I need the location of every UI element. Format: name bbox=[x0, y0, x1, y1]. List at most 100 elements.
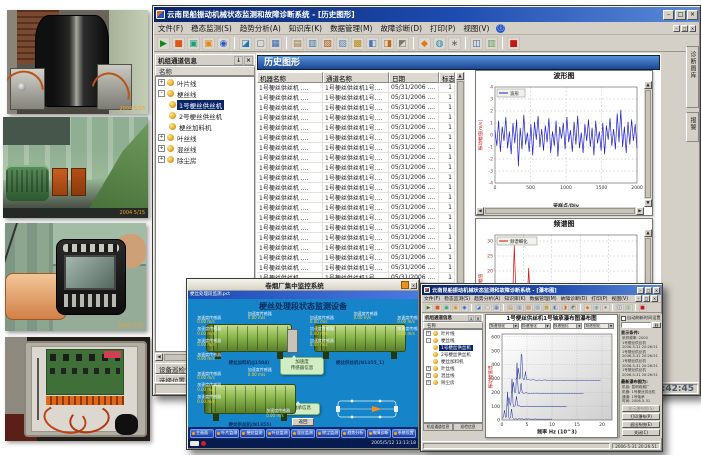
tree-expander[interactable]: + bbox=[426, 380, 431, 385]
spectrum-selector-dropdown[interactable]: 频谱细化▼ bbox=[489, 323, 519, 329]
tree-expander[interactable]: + bbox=[158, 134, 165, 141]
scada-title-bar[interactable]: 卷烟厂集中监控系统 × bbox=[188, 280, 418, 291]
refresh-interval-input[interactable] bbox=[621, 322, 651, 328]
toolbar-icon[interactable]: ◪ bbox=[475, 304, 483, 312]
menu-item[interactable]: 视图(V) bbox=[610, 295, 631, 302]
pin-icon[interactable]: ↓ bbox=[468, 315, 474, 321]
table-row[interactable]: 1号梗丝供丝机 ....1号梗丝供丝机1号....05/31/2006 ....… bbox=[257, 133, 455, 143]
scada-taskbar-button[interactable]: 主画面 bbox=[190, 429, 214, 438]
chart-hscrollbar[interactable]: ◀▶ bbox=[476, 207, 644, 215]
toolbar-icon[interactable]: ◧ bbox=[552, 304, 560, 312]
table-row[interactable]: 1号梗丝供丝机 ....1号梗丝供丝机1号....05/31/2006 ....… bbox=[257, 263, 455, 273]
toolbar-icon[interactable]: ◆ bbox=[418, 37, 431, 50]
table-row[interactable]: 1号梗丝供丝机 ....1号梗丝供丝机1号....05/31/2006 ....… bbox=[257, 113, 455, 123]
toolbar-icon[interactable]: ■ bbox=[172, 37, 185, 50]
toolbar-icon[interactable]: ▶ bbox=[157, 37, 170, 50]
table-row[interactable]: 1号梗丝供丝机 ....1号梗丝供丝机1号....05/31/2006 ....… bbox=[257, 103, 455, 113]
menu-item[interactable]: 数据管理(M) bbox=[528, 295, 559, 302]
menu-item[interactable]: 知识库(K) bbox=[285, 23, 326, 34]
table-row[interactable]: 1号梗丝供丝机 ....1号梗丝供丝机1号....05/31/2006 ....… bbox=[257, 143, 455, 153]
toolbar-icon[interactable]: ▧ bbox=[321, 37, 334, 50]
tree-item[interactable]: 梗丝加料机 bbox=[424, 358, 482, 365]
table-row[interactable]: 1号梗丝供丝机 ....1号梗丝供丝机1号....05/31/2006 ....… bbox=[257, 83, 455, 93]
toolbar-icon[interactable]: ◧ bbox=[366, 37, 379, 50]
tree-item[interactable]: +除尘房 bbox=[424, 379, 482, 386]
close-button[interactable]: × bbox=[651, 295, 658, 302]
scada-taskbar-button[interactable]: 叶片监测 bbox=[215, 429, 239, 438]
title-bar[interactable]: 云南昆船振动机械状态监测和故障诊断系统 - [历史图形] –□× bbox=[154, 7, 699, 22]
toolbar-icon[interactable]: ▣ bbox=[187, 37, 200, 50]
toolbar-icon[interactable]: ▥ bbox=[625, 304, 633, 312]
toolbar-icon[interactable]: ◫ bbox=[616, 304, 624, 312]
tree-expander[interactable]: + bbox=[158, 145, 165, 152]
tree-item[interactable]: -梗丝线 bbox=[156, 88, 254, 99]
toolbar-icon[interactable]: ▶ bbox=[425, 304, 433, 312]
cascade-button[interactable]: 关闭(C) bbox=[622, 429, 660, 436]
close-button[interactable]: × bbox=[689, 25, 696, 32]
minimize-button[interactable]: – bbox=[663, 10, 674, 20]
table-column-header[interactable]: 机器名称 bbox=[257, 72, 323, 83]
maximize-button[interactable]: □ bbox=[675, 10, 686, 20]
toolbar-icon[interactable]: ◉ bbox=[217, 37, 230, 50]
toolbar-icon[interactable]: ◍ bbox=[433, 37, 446, 50]
tree-item[interactable]: +叶片线 bbox=[156, 77, 254, 88]
close-button[interactable]: × bbox=[653, 287, 660, 294]
menu-item[interactable]: 故障诊断(D) bbox=[559, 295, 590, 302]
toolbar-icon[interactable]: ◨ bbox=[381, 37, 394, 50]
table-column-header[interactable]: 日期 bbox=[389, 72, 439, 83]
table-row[interactable]: 1号梗丝供丝机 ....1号梗丝供丝机1号....05/31/2006 ....… bbox=[257, 163, 455, 173]
tree-item[interactable]: +混丝线 bbox=[156, 143, 254, 154]
table-row[interactable]: 1号梗丝供丝机 ....1号梗丝供丝机1号....05/31/2006 ....… bbox=[257, 253, 455, 263]
help-icon[interactable]: ⓘ bbox=[496, 24, 505, 33]
tree-expander[interactable]: + bbox=[426, 373, 431, 378]
toolbar-icon[interactable]: ▥ bbox=[485, 37, 498, 50]
toolbar-icon[interactable]: ▨ bbox=[336, 37, 349, 50]
table-column-header[interactable]: 标志 bbox=[439, 72, 455, 83]
refresh-unit-button[interactable]: 秒 bbox=[652, 322, 661, 328]
toolbar-icon[interactable]: ▣ bbox=[443, 304, 451, 312]
toolbar-icon[interactable]: ▧ bbox=[525, 304, 533, 312]
spectrum-selector-dropdown[interactable]: 频谱细化▼ bbox=[521, 323, 551, 329]
toolbar-icon[interactable]: ∗ bbox=[448, 37, 461, 50]
toolbar-icon[interactable]: ▢ bbox=[254, 37, 267, 50]
toolbar-icon[interactable]: ▤ bbox=[291, 37, 304, 50]
scada-taskbar-button[interactable]: 故障诊断 bbox=[367, 429, 391, 438]
scada-taskbar-button[interactable]: 叶丝监测 bbox=[266, 429, 290, 438]
toolbar-icon[interactable]: ▥ bbox=[306, 37, 319, 50]
tree-item[interactable]: 2号梗丝供丝机 bbox=[424, 351, 482, 358]
toolbar-icon[interactable]: ■ bbox=[639, 304, 647, 312]
toolbar-icon[interactable]: ■ bbox=[507, 37, 520, 50]
close-button[interactable]: × bbox=[687, 10, 698, 20]
cascade-bottom-tab[interactable]: 巡检信息 bbox=[453, 423, 483, 431]
table-row[interactable]: 1号梗丝供丝机 ....1号梗丝供丝机1号....05/31/2006 ....… bbox=[257, 153, 455, 163]
tab-diagnosis-gallery[interactable]: 诊断图库 bbox=[686, 46, 699, 108]
spectrum-selector-dropdown[interactable]: 频谱细化▼ bbox=[584, 323, 614, 329]
menu-item[interactable]: 稳态监测(S) bbox=[187, 23, 236, 34]
menu-item[interactable]: 视图(V) bbox=[459, 23, 493, 34]
table-row[interactable]: 1号梗丝供丝机 ....1号梗丝供丝机1号....05/31/2006 ....… bbox=[257, 223, 455, 233]
tree-item[interactable]: 2号梗丝供丝机 bbox=[156, 110, 254, 121]
auto-refresh-checkbox[interactable] bbox=[621, 316, 626, 321]
table-row[interactable]: 1号梗丝供丝机 ....1号梗丝供丝机1号....05/31/2006 ....… bbox=[257, 243, 455, 253]
scada-window-button[interactable] bbox=[401, 281, 409, 289]
toolbar-icon[interactable]: ▦ bbox=[493, 304, 501, 312]
table-row[interactable]: 1号梗丝供丝机 ....1号梗丝供丝机1号....05/31/2006 ....… bbox=[257, 93, 455, 103]
toolbar-icon[interactable]: ▥ bbox=[516, 304, 524, 312]
toolbar-icon[interactable]: ■ bbox=[434, 304, 442, 312]
toolbar-icon[interactable]: ▨ bbox=[534, 304, 542, 312]
menu-item[interactable]: 趋势分析(A) bbox=[236, 23, 285, 34]
menu-item[interactable]: 数据管理(M) bbox=[326, 23, 376, 34]
toolbar-icon[interactable]: ▩ bbox=[351, 37, 364, 50]
close-icon[interactable]: × bbox=[475, 315, 481, 321]
minimize-button[interactable]: – bbox=[637, 287, 644, 294]
scada-taskbar-button[interactable]: 混丝监测 bbox=[291, 429, 315, 438]
maximize-button[interactable]: □ bbox=[643, 295, 650, 302]
scada-taskbar-button[interactable]: 除尘监测 bbox=[316, 429, 340, 438]
toolbar-icon[interactable]: ▩ bbox=[543, 304, 551, 312]
toolbar-icon[interactable]: ◪ bbox=[239, 37, 252, 50]
tree-expander[interactable]: + bbox=[158, 79, 165, 86]
table-row[interactable]: 1号梗丝供丝机 ....1号梗丝供丝机1号....05/31/2006 ....… bbox=[257, 183, 455, 193]
cascade-button[interactable]: 退出系统(E) bbox=[622, 421, 660, 428]
toolbar-icon[interactable]: ◩ bbox=[570, 304, 578, 312]
tree-item[interactable]: +混丝线 bbox=[424, 372, 482, 379]
